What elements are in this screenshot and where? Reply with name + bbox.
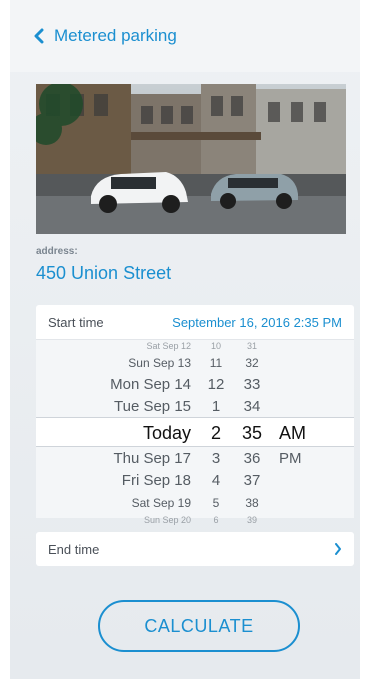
end-time-row[interactable]: End time — [36, 532, 354, 566]
picker-hour-item: 6 — [213, 515, 219, 525]
picker-minute-item: 32 — [245, 356, 259, 370]
picker-hour-item: 12 — [207, 376, 225, 393]
picker-date-item: Sat Sep 12 — [146, 341, 191, 351]
picker-minute-item: 39 — [246, 515, 257, 525]
date-time-picker[interactable]: Sat Sep 12 Sun Sep 13 Mon Sep 14 Tue Sep… — [36, 340, 354, 525]
picker-date-item: Mon Sep 14 — [110, 376, 191, 393]
start-time-row[interactable]: Start time September 16, 2016 2:35 PM — [36, 305, 354, 340]
picker-hour-item: 10 — [210, 341, 221, 351]
start-time-card: Start time September 16, 2016 2:35 PM Sa… — [36, 305, 354, 525]
picker-date-item: Sat Sep 19 — [131, 496, 191, 510]
picker-date-item: Thu Sep 17 — [113, 450, 191, 467]
picker-hour-item: 5 — [212, 496, 220, 510]
back-button[interactable]: Metered parking — [34, 26, 177, 46]
end-time-label: End time — [48, 541, 100, 557]
app-screen: Metered parking address: 450 Union Stree… — [10, 0, 360, 679]
picker-date-item: Tue Sep 15 — [114, 398, 191, 415]
picker-ampm-item: PM — [279, 450, 302, 467]
start-time-label: Start time — [48, 314, 104, 330]
picker-hour-column[interactable]: 10 11 12 1 2 3 4 5 6 — [201, 340, 231, 525]
chevron-left-icon — [34, 28, 44, 44]
picker-ampm-item — [279, 492, 319, 514]
picker-date-item: Fri Sep 18 — [121, 472, 191, 489]
picker-hour-selected: 2 — [210, 423, 221, 443]
picker-minute-column[interactable]: 31 32 33 34 35 36 37 38 39 — [231, 340, 273, 525]
picker-hour-item: 11 — [209, 356, 223, 370]
nav-bar: Metered parking — [10, 0, 360, 72]
street-photo — [36, 84, 346, 234]
address-label: address: — [36, 246, 78, 257]
picker-hour-item: 3 — [211, 450, 221, 467]
picker-minute-item: 33 — [243, 376, 261, 393]
picker-ampm-item — [279, 514, 319, 526]
picker-date-selected: Today — [142, 423, 191, 443]
picker-hour-item: 4 — [211, 472, 221, 489]
picker-ampm-item — [279, 374, 319, 396]
picker-hour-item: 1 — [211, 398, 221, 415]
back-label: Metered parking — [54, 26, 177, 45]
picker-ampm-item — [279, 396, 319, 418]
calculate-button[interactable]: CALCULATE — [98, 600, 300, 652]
picker-ampm-selected: AM — [279, 423, 306, 443]
picker-ampm-item — [279, 470, 319, 492]
picker-ampm-item — [279, 340, 319, 352]
picker-minute-item: 36 — [243, 450, 261, 467]
address-value: 450 Union Street — [36, 263, 172, 283]
picker-minute-item: 37 — [243, 472, 261, 489]
chevron-right-icon — [335, 543, 341, 555]
picker-ampm-item — [279, 352, 319, 374]
start-time-value: September 16, 2016 2:35 PM — [172, 314, 342, 330]
picker-date-item: Sun Sep 13 — [128, 356, 191, 370]
picker-date-column[interactable]: Sat Sep 12 Sun Sep 13 Mon Sep 14 Tue Sep… — [71, 340, 191, 525]
picker-minute-selected: 35 — [241, 423, 263, 443]
picker-minute-item: 38 — [245, 496, 259, 510]
picker-minute-item: 31 — [246, 341, 257, 351]
picker-minute-item: 34 — [243, 398, 261, 415]
picker-date-item: Sun Sep 20 — [143, 515, 191, 525]
picker-ampm-column[interactable]: AM PM — [273, 340, 319, 518]
